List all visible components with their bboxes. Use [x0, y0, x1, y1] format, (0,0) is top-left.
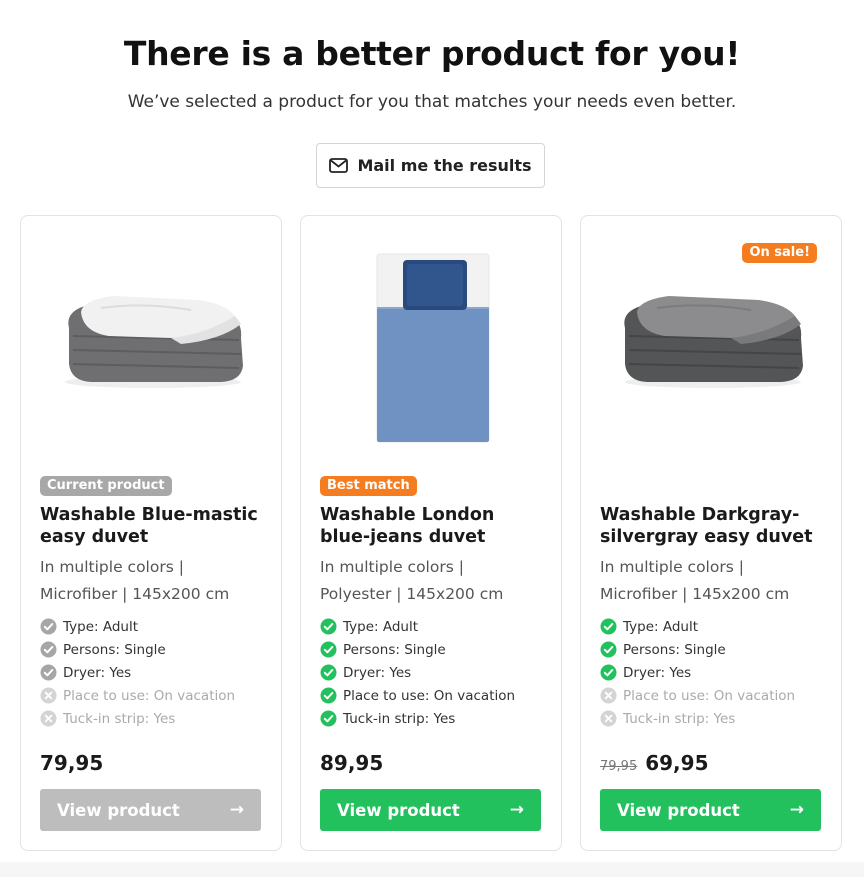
product-name: Washable Darkgray-silvergray easy duvet [600, 505, 813, 547]
on-sale-badge: On sale! [742, 243, 817, 263]
feature-item: Tuck-in strip: Yes [320, 707, 552, 730]
feature-item: Place to use: On vacation [320, 684, 552, 707]
feature-item: Dryer: Yes [40, 661, 272, 684]
product-comparison-page: There is a better product for you! We’ve… [0, 0, 864, 877]
feature-text: Place to use: On vacation [343, 687, 516, 704]
cross-circle-icon [600, 687, 617, 704]
feature-item: Place to use: On vacation [40, 684, 272, 707]
feature-item: Persons: Single [600, 638, 832, 661]
feature-text: Dryer: Yes [63, 664, 132, 681]
check-circle-icon [40, 641, 57, 658]
check-circle-icon [40, 618, 57, 635]
price: 69,95 [645, 751, 709, 775]
product-card-best-match: Best match Washable London blue-jeans du… [300, 215, 562, 851]
check-circle-icon [600, 641, 617, 658]
feature-text: Place to use: On vacation [63, 687, 236, 704]
feature-text: Persons: Single [63, 641, 166, 658]
check-circle-icon [600, 664, 617, 681]
view-product-button[interactable]: View product → [600, 789, 821, 831]
arrow-right-icon: → [229, 800, 244, 820]
arrow-right-icon: → [789, 800, 804, 820]
view-product-button[interactable]: View product → [320, 789, 541, 831]
mail-results-label: Mail me the results [357, 156, 532, 175]
current-product-badge: Current product [40, 476, 172, 496]
feature-text: Tuck-in strip: Yes [343, 710, 456, 727]
feature-item: Type: Adult [320, 615, 552, 638]
check-circle-icon [320, 710, 337, 727]
page-title: There is a better product for you! [123, 34, 741, 73]
product-card-on-sale: On sale! Washable Darkgray-silvergray ea… [580, 215, 842, 851]
envelope-icon [329, 158, 349, 173]
view-product-label: View product [617, 800, 740, 820]
product-name: Washable London blue-jeans duvet [320, 505, 495, 547]
feature-item: Tuck-in strip: Yes [40, 707, 272, 730]
product-description: In multiple colors | Microfiber | 145x20… [600, 554, 830, 608]
cross-circle-icon [40, 687, 57, 704]
check-circle-icon [320, 687, 337, 704]
product-card-current: Current product Washable Blue-mastic eas… [20, 215, 282, 851]
feature-text: Persons: Single [623, 641, 726, 658]
feature-item: Type: Adult [40, 615, 272, 638]
feature-list: Type: Adult Persons: Single Dryer: Yes Plac… [40, 615, 272, 730]
feature-text: Persons: Single [343, 641, 446, 658]
view-product-label: View product [337, 800, 460, 820]
feature-text: Dryer: Yes [623, 664, 692, 681]
cross-circle-icon [600, 710, 617, 727]
feature-item: Persons: Single [40, 638, 272, 661]
check-circle-icon [40, 664, 57, 681]
feature-text: Place to use: On vacation [623, 687, 796, 704]
arrow-right-icon: → [509, 800, 524, 820]
price-row: 79,95 [40, 751, 103, 775]
view-product-label: View product [57, 800, 180, 820]
page-subtitle: We’ve selected a product for you that ma… [127, 92, 737, 112]
old-price: 79,95 [600, 759, 638, 774]
feature-text: Tuck-in strip: Yes [623, 710, 736, 727]
price-row: 89,95 [320, 751, 383, 775]
feature-item: Place to use: On vacation [600, 684, 832, 707]
mail-results-button[interactable]: Mail me the results [316, 143, 545, 188]
feature-list: Type: Adult Persons: Single Dryer: Yes Plac… [600, 615, 832, 730]
product-name: Washable Blue-mastic easy duvet [40, 505, 258, 547]
feature-item: Persons: Single [320, 638, 552, 661]
product-description: In multiple colors | Microfiber | 145x20… [40, 554, 270, 608]
feature-item: Tuck-in strip: Yes [600, 707, 832, 730]
feature-text: Dryer: Yes [343, 664, 412, 681]
feature-item: Dryer: Yes [320, 661, 552, 684]
best-match-badge: Best match [320, 476, 417, 496]
check-circle-icon [320, 664, 337, 681]
product-description-line: Microfiber | 145x200 cm [40, 585, 230, 603]
product-image [376, 253, 490, 443]
price: 79,95 [40, 751, 104, 775]
feature-text: Tuck-in strip: Yes [63, 710, 176, 727]
feature-item: Type: Adult [600, 615, 832, 638]
price-row: 79,95 69,95 [600, 751, 708, 775]
product-description-line: In multiple colors | [320, 558, 464, 576]
feature-text: Type: Adult [343, 618, 419, 635]
page-bottom-edge [0, 862, 864, 877]
feature-text: Type: Adult [63, 618, 139, 635]
feature-list: Type: Adult Persons: Single Dryer: Yes Plac… [320, 615, 552, 730]
check-circle-icon [600, 618, 617, 635]
product-description: In multiple colors | Polyester | 145x200… [320, 554, 550, 608]
cross-circle-icon [40, 710, 57, 727]
product-description-line: In multiple colors | [600, 558, 744, 576]
check-circle-icon [320, 641, 337, 658]
product-description-line: In multiple colors | [40, 558, 184, 576]
product-description-line: Microfiber | 145x200 cm [600, 585, 790, 603]
feature-item: Dryer: Yes [600, 661, 832, 684]
price: 89,95 [320, 751, 384, 775]
product-description-line: Polyester | 145x200 cm [320, 585, 504, 603]
view-product-button[interactable]: View product → [40, 789, 261, 831]
check-circle-icon [320, 618, 337, 635]
feature-text: Type: Adult [623, 618, 699, 635]
product-image [65, 296, 243, 388]
